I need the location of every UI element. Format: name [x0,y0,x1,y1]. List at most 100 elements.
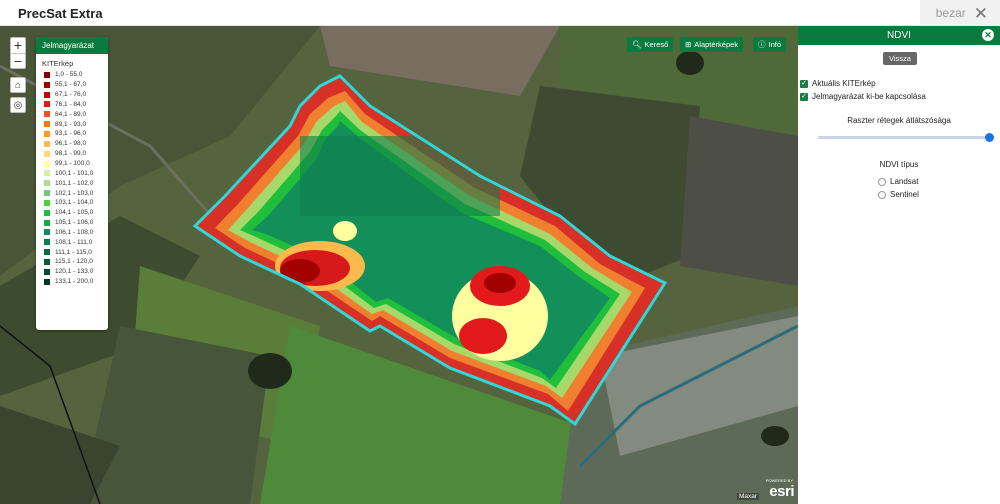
checkmark-icon: ✓ [800,92,808,101]
legend-item: 98,1 - 99,0 [36,149,108,159]
home-button[interactable]: ⌂ [10,77,26,93]
legend-item-label: 76,1 - 84,0 [55,100,87,108]
radio-landsat[interactable]: Landsat [878,177,918,186]
home-icon: ⌂ [14,79,22,91]
legend-swatch [44,140,50,147]
legend-item: 104,1 - 105,0 [36,208,108,218]
legend-swatch [44,229,50,236]
search-button[interactable]: 🔍︎ Kereső [627,37,674,52]
slider-thumb[interactable] [985,133,994,142]
legend-item: 93,1 - 96,0 [36,129,108,139]
legend-swatch [44,81,50,88]
search-button-label: Kereső [644,40,669,49]
close-app-button[interactable]: bezar ✕ [920,0,1000,26]
legend-item: 99,1 - 100,0 [36,159,108,169]
esri-logo: esri [769,483,794,500]
legend-item: 103,1 - 104,0 [36,198,108,208]
legend-item-label: 89,1 - 93,0 [55,120,87,128]
map-view[interactable]: + − ⌂ ◎ Jelmagyarázat KITErkép 1,0 - 55,… [0,26,798,504]
legend-item: 105,1 - 106,0 [36,218,108,228]
legend-item: 106,1 - 108,0 [36,228,108,238]
legend-item: 108,1 - 111,0 [36,237,108,247]
legend-item-label: 105,1 - 106,0 [55,219,94,227]
radio-sentinel[interactable]: Sentinel [878,190,919,199]
basemaps-button[interactable]: ⊞ Alaptérképek [680,37,744,52]
app-header: PrecSat Extra bezar ✕ [0,0,1000,26]
satellite-basemap [0,26,798,504]
legend-swatch [44,91,50,98]
current-map-checkbox[interactable]: ✓ Aktuális KITErkép [800,79,876,88]
legend-list: 1,0 - 55,0 55,1 - 67,0 67,1 - 76,0 76,1 - 8… [36,70,108,287]
legend-item: 111,1 - 115,0 [36,247,108,257]
radio-circle [878,177,886,186]
legend-item: 89,1 - 93,0 [36,119,108,129]
info-icon: ⓘ [758,40,766,49]
legend-swatch [44,278,50,285]
radio-circle [878,190,886,199]
zoom-in-button[interactable]: + [11,38,25,53]
legend-swatch [44,121,50,128]
legend-item-label: 96,1 - 98,0 [55,140,87,148]
locate-icon: ◎ [13,99,23,111]
legend-item-label: 120,1 - 133,0 [55,268,94,276]
app-title: PrecSat Extra [18,6,103,21]
legend-item-label: 1,0 - 55,0 [55,71,83,79]
close-app-label: bezar [935,6,966,20]
legend-swatch [44,170,50,177]
legend-item: 120,1 - 133,0 [36,267,108,277]
info-button[interactable]: ⓘ Infó [753,37,787,52]
legend-item: 115,1 - 120,0 [36,257,108,267]
legend-item-label: 93,1 - 96,0 [55,130,87,138]
opacity-slider[interactable] [818,133,994,142]
zoom-out-button[interactable]: − [11,53,25,68]
current-map-label: Aktuális KITErkép [812,79,876,88]
legend-item-label: 108,1 - 111,0 [55,238,93,246]
legend-item-label: 101,1 - 102,0 [55,179,94,187]
legend-item-label: 98,1 - 99,0 [55,150,87,158]
zoom-control: + − [10,37,26,69]
legend-toggle-label: Jelmagyarázat ki-be kapcsolása [812,92,926,101]
panel-title: NDVI [887,30,911,41]
legend-item: 55,1 - 67,0 [36,80,108,90]
legend-swatch [44,130,50,137]
legend-swatch [44,190,50,197]
legend-toggle-checkbox[interactable]: ✓ Jelmagyarázat ki-be kapcsolása [800,92,926,101]
ndvi-type-label: NDVI típus [879,160,919,169]
ndvi-panel: NDVI ✕ Vissza ✓ Aktuális KITErkép ✓ Jelm… [798,26,1000,504]
legend-header[interactable]: Jelmagyarázat [36,37,108,54]
radio-sentinel-label: Sentinel [890,190,919,199]
legend-item-label: 111,1 - 115,0 [55,248,92,256]
panel-close-button[interactable]: ✕ [982,29,994,41]
grid-icon: ⊞ [685,40,692,49]
legend-item-label: 67,1 - 76,0 [55,91,87,99]
checkmark-icon: ✓ [800,79,808,88]
close-icon: ✕ [973,3,988,23]
legend-swatch [44,150,50,157]
legend-item: 101,1 - 102,0 [36,178,108,188]
legend-item: 102,1 - 103,0 [36,188,108,198]
legend-item: 67,1 - 76,0 [36,90,108,100]
legend-swatch [44,249,50,256]
search-icon: 🔍︎ [632,40,642,49]
legend-swatch [44,239,50,246]
legend-swatch [44,258,50,265]
legend-swatch [44,180,50,187]
legend-item-label: 103,1 - 104,0 [55,199,94,207]
legend-item-label: 133,1 - 200,0 [55,278,94,286]
legend-item-label: 99,1 - 100,0 [55,160,90,168]
back-button[interactable]: Vissza [883,52,917,65]
info-button-label: Infó [768,40,782,49]
legend-item-label: 115,1 - 120,0 [55,258,93,266]
legend-swatch [44,160,50,167]
legend-swatch [44,101,50,108]
legend-item: 100,1 - 101,0 [36,168,108,178]
legend-item-label: 100,1 - 101,0 [55,169,94,177]
legend-item-label: 55,1 - 67,0 [55,81,87,89]
legend-swatch [44,219,50,226]
legend-item: 1,0 - 55,0 [36,70,108,80]
legend-item-label: 104,1 - 105,0 [55,209,94,217]
legend-title: KITErkép [42,59,74,68]
legend-swatch [44,111,50,118]
legend-swatch [44,268,50,275]
locate-button[interactable]: ◎ [10,97,26,113]
